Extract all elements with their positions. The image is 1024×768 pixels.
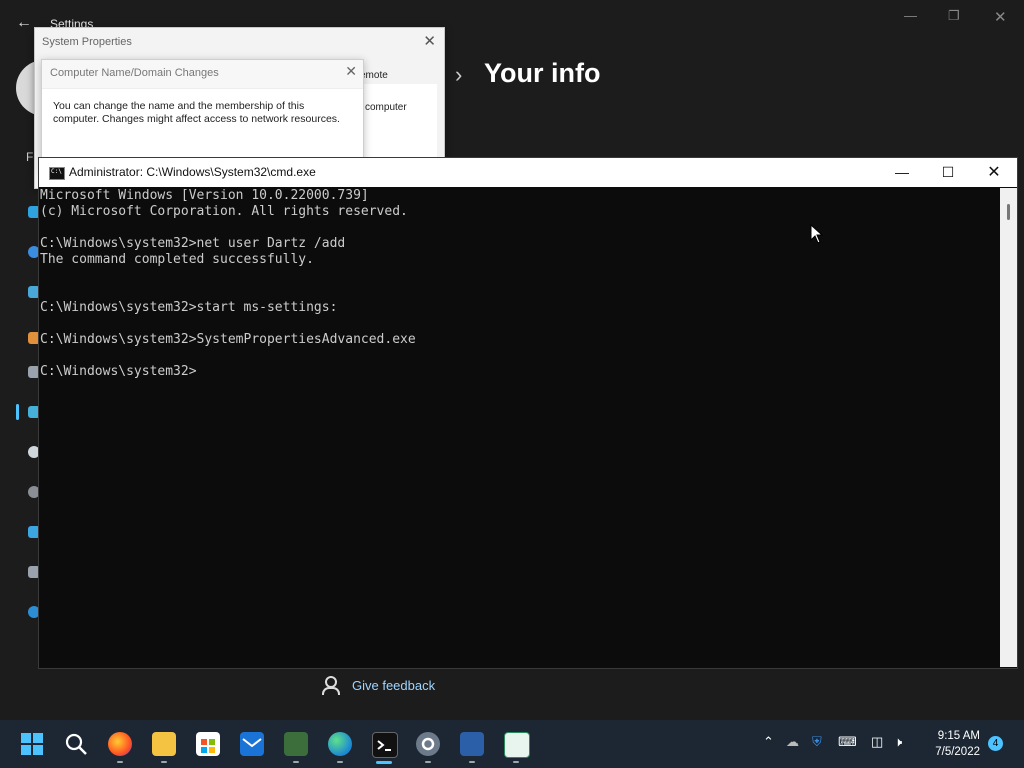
sidebar-selection-indicator: [16, 404, 19, 420]
console-line: The command completed successfully.: [40, 252, 314, 267]
breadcrumb-chevron-icon: ›: [455, 62, 463, 87]
close-button[interactable]: ✕: [971, 158, 1017, 187]
running-indicator: [337, 761, 343, 763]
feedback-icon: [322, 676, 340, 695]
close-icon[interactable]: ✕: [994, 8, 1007, 26]
console-line: (c) Microsoft Corporation. All rights re…: [40, 204, 408, 219]
back-arrow-icon[interactable]: ←: [16, 14, 32, 32]
security-shield-icon[interactable]: ⛨: [812, 734, 822, 750]
window-title: Administrator: C:\Windows\System32\cmd.e…: [69, 165, 316, 179]
taskbar: ⌃ ☁ ⛨ ⌨ ◫ 🕨 9:15 AM 7/5/2022: [0, 720, 1024, 768]
close-icon[interactable]: ✕: [345, 63, 357, 80]
remote-desktop-icon[interactable]: [460, 732, 484, 756]
dialog-message: You can change the name and the membersh…: [53, 100, 340, 125]
show-hidden-icons-chevron-icon[interactable]: ⌃: [763, 734, 774, 750]
edge-icon[interactable]: [328, 732, 352, 756]
console-line: Microsoft Windows [Version 10.0.22000.73…: [40, 188, 369, 203]
console-line: C:\Windows\system32>: [40, 364, 197, 379]
notification-badge[interactable]: 4: [988, 736, 1003, 751]
console-line: C:\Windows\system32>start ms-settings:: [40, 300, 338, 315]
console-line: C:\Windows\system32>SystemPropertiesAdva…: [40, 332, 416, 347]
give-feedback-link[interactable]: Give feedback: [322, 676, 435, 695]
system-clock[interactable]: 9:15 AM 7/5/2022: [918, 728, 980, 760]
console-line: C:\Windows\system32>net user Dartz /add: [40, 236, 346, 251]
console-output[interactable]: Microsoft Windows [Version 10.0.22000.73…: [40, 188, 998, 666]
domain-changes-dialog: Computer Name/Domain Changes ✕ You can c…: [41, 59, 364, 171]
minimize-icon[interactable]: —: [904, 8, 917, 23]
scrollbar-thumb[interactable]: [1007, 204, 1010, 220]
maximize-button[interactable]: ☐: [925, 158, 971, 187]
running-indicator: [293, 761, 299, 763]
vertical-scrollbar[interactable]: [1000, 188, 1017, 667]
tab-remote[interactable]: emote: [360, 70, 388, 81]
microsoft-store-icon[interactable]: [196, 732, 220, 756]
give-feedback-label[interactable]: Give feedback: [352, 678, 435, 693]
command-prompt-icon[interactable]: [372, 732, 398, 758]
settings-gear-icon[interactable]: [416, 732, 440, 756]
keyboard-icon[interactable]: ⌨: [838, 734, 857, 750]
running-indicator: [117, 761, 123, 763]
clock-date: 7/5/2022: [935, 746, 980, 758]
firefox-icon[interactable]: [108, 732, 132, 756]
running-indicator: [161, 761, 167, 763]
sidebar-search-label: F: [26, 150, 34, 164]
running-indicator: [425, 761, 431, 763]
start-button[interactable]: [20, 732, 44, 756]
active-indicator: [376, 761, 392, 764]
minimize-button[interactable]: —: [879, 158, 925, 187]
dialog-title: Computer Name/Domain Changes: [50, 67, 219, 79]
mail-icon[interactable]: [240, 732, 264, 756]
running-indicator: [469, 761, 475, 763]
task-manager-icon[interactable]: [284, 732, 308, 756]
panel-text: computer: [365, 102, 407, 113]
running-indicator: [513, 761, 519, 763]
window-titlebar[interactable]: Administrator: C:\Windows\System32\cmd.e…: [39, 158, 1017, 187]
cmd-app-icon: [49, 167, 65, 180]
clock-time: 9:15 AM: [937, 730, 980, 742]
search-icon[interactable]: [64, 732, 88, 756]
command-prompt-window[interactable]: Administrator: C:\Windows\System32\cmd.e…: [38, 157, 1018, 669]
restore-icon[interactable]: ❐: [948, 8, 960, 24]
file-explorer-icon[interactable]: [152, 732, 176, 756]
dialog-title: System Properties: [42, 36, 132, 48]
page-title: Your info: [484, 58, 601, 88]
close-icon[interactable]: ✕: [423, 32, 436, 50]
network-icon[interactable]: ◫: [871, 734, 883, 750]
volume-icon[interactable]: 🕨: [894, 734, 902, 750]
notepad-icon[interactable]: [504, 732, 530, 758]
onedrive-icon[interactable]: ☁: [786, 734, 799, 750]
